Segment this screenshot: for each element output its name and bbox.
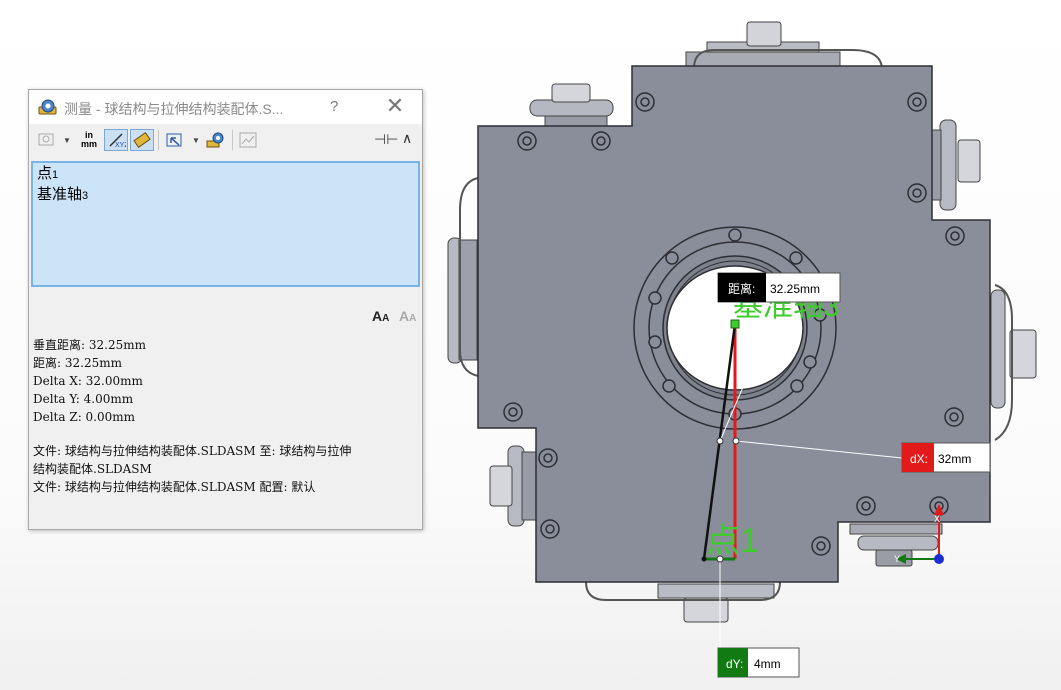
measure-tool-icon [38, 99, 57, 115]
wheel-bottomleft[interactable] [489, 445, 537, 527]
triad-x-label: X [934, 514, 940, 524]
help-button[interactable]: ? [330, 98, 338, 115]
dx-callout[interactable]: dX: 32mm [901, 442, 991, 473]
result-distance: 距离: 32.25mm [33, 356, 122, 370]
point-to-point-icon[interactable] [130, 129, 154, 151]
decrease-font-icon[interactable]: AA [399, 308, 416, 324]
distance-callout-value: 32.25mm [770, 282, 820, 296]
list-item[interactable]: 基准轴3 [37, 185, 414, 206]
projection-dropdown-icon[interactable]: ▼ [192, 136, 200, 145]
wheel-right-upper[interactable] [930, 119, 981, 211]
file-line: 文件: 球结构与拉伸结构装配体.SLDASM 至: 球结构与拉伸 [33, 444, 352, 458]
units-precision-button[interactable]: in mm [77, 129, 101, 151]
collapse-icon[interactable]: ∧ [402, 130, 412, 147]
measure-dialog[interactable]: 测量 - 球结构与拉伸结构装配体.S... ? ✕ ▼ in mm XYZ ▼ [28, 89, 423, 530]
wheel-top[interactable] [685, 21, 883, 71]
create-sensor-icon[interactable] [236, 129, 260, 151]
selection-list[interactable]: 点1 基准轴3 [31, 161, 420, 287]
distance-callout-label: 距离: [728, 281, 755, 296]
dx-callout-value: 32mm [938, 452, 971, 466]
triad-y-label: Y [894, 554, 900, 564]
projection-icon[interactable] [163, 129, 187, 151]
wheel-right-middle[interactable] [990, 284, 1037, 441]
increase-font-icon[interactable]: AA [372, 308, 389, 324]
selection-name: 基准轴 [37, 186, 83, 203]
wheel-bottom[interactable] [585, 581, 781, 623]
dialog-title: 测量 - 球结构与拉伸结构装配体.S... [64, 101, 284, 117]
wheel-topleft[interactable] [529, 83, 614, 127]
svg-text:XYZ: XYZ [115, 142, 126, 149]
result-delta-y: Delta Y: 4.00mm [33, 392, 134, 406]
close-button[interactable]: ✕ [381, 95, 409, 119]
selection-index: 3 [82, 190, 89, 202]
result-delta-z: Delta Z: 0.00mm [33, 410, 136, 424]
dialog-titlebar[interactable]: 测量 - 球结构与拉伸结构装配体.S... ? ✕ [29, 90, 422, 124]
file-line: 结构装配体.SLDASM [33, 462, 152, 476]
measure-toolbar: ▼ in mm XYZ ▼ ⊣⊢ ∧ [29, 124, 422, 156]
dy-callout-label: dY: [726, 657, 743, 671]
result-delta-x: Delta X: 32.00mm [33, 374, 143, 388]
wheel-left[interactable] [447, 177, 479, 377]
result-perpendicular-distance: 垂直距离: 32.25mm [33, 338, 146, 352]
distance-callout[interactable]: 距离: 32.25mm [717, 272, 841, 303]
selection-name: 点 [37, 165, 53, 182]
list-item[interactable]: 点1 [37, 164, 414, 185]
dy-callout-value: 4mm [754, 657, 781, 671]
arc-options-dropdown-icon[interactable]: ▼ [63, 136, 71, 145]
measure-history-icon[interactable] [204, 129, 228, 151]
file-line: 文件: 球结构与拉伸结构装配体.SLDASM 配置: 默认 [33, 480, 316, 494]
units-label-bottom: mm [80, 139, 97, 149]
measure-results: 垂直距离: 32.25mm 距离: 32.25mm Delta X: 32.00… [33, 336, 418, 496]
show-xyz-measurements-icon[interactable]: XYZ [104, 129, 128, 151]
arc-circle-options-icon[interactable] [34, 129, 58, 151]
dx-callout-label: dX: [910, 452, 928, 466]
dy-callout[interactable]: dY: 4mm [717, 647, 800, 678]
point-label[interactable]: 点1 [706, 522, 759, 560]
selection-index: 1 [52, 169, 59, 181]
pin-icon[interactable]: ⊣⊢ [374, 131, 398, 148]
